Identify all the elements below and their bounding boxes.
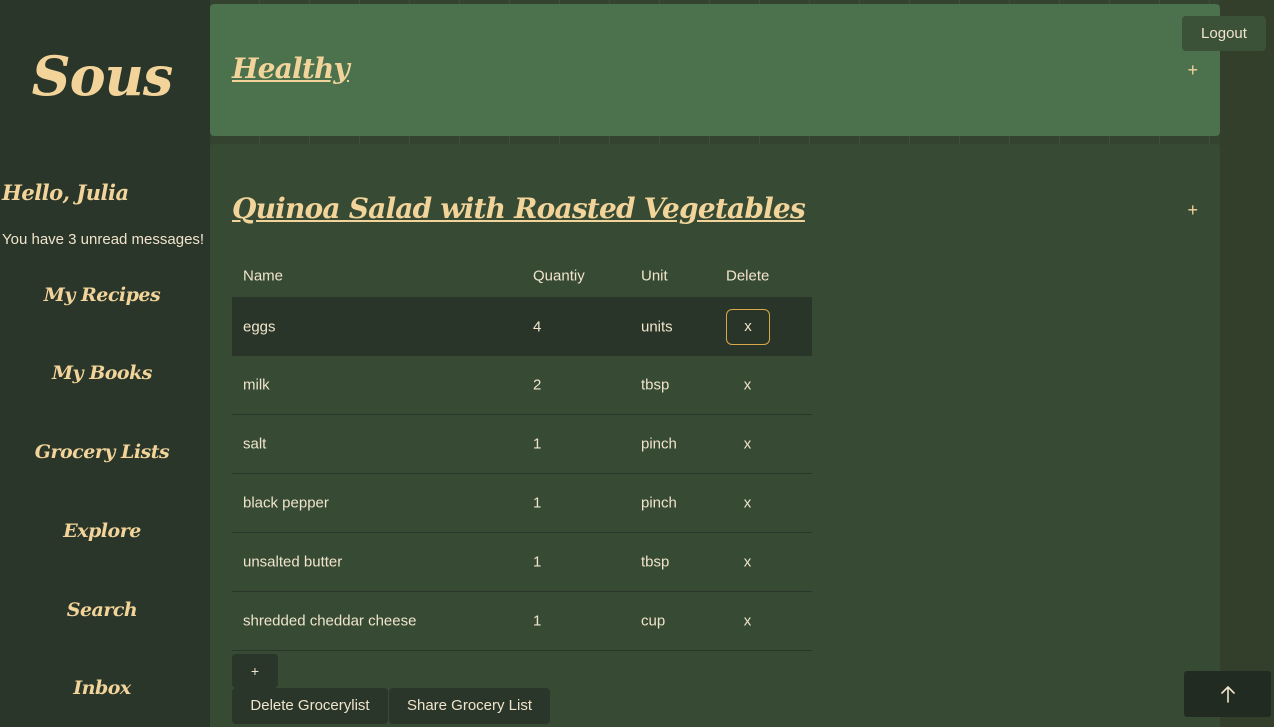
item-unit: tbsp (641, 376, 670, 394)
arrow-up-icon (1220, 686, 1235, 703)
logout-button[interactable]: Logout (1182, 16, 1266, 51)
grocery-table: Name Quantiy Unit Delete eggs 4 units x … (232, 258, 812, 651)
item-quantity: 1 (533, 553, 542, 571)
item-unit: pinch (641, 494, 677, 512)
grocery-list-healthy: Healthy + (210, 4, 1220, 136)
table-header: Name Quantiy Unit Delete (232, 258, 812, 298)
table-row: shredded cheddar cheese 1 cup x (232, 592, 812, 651)
expand-list-button[interactable]: + (1187, 60, 1198, 81)
sidebar: Sous Hello, Julia You have 3 unread mess… (0, 0, 210, 727)
list-title[interactable]: Healthy (232, 52, 350, 85)
table-row: unsalted butter 1 tbsp x (232, 533, 812, 592)
list-title[interactable]: Quinoa Salad with Roasted Vegetables (232, 192, 806, 225)
add-item-button[interactable]: + (232, 654, 278, 688)
unread-messages-notice: You have 3 unread messages! (2, 231, 205, 248)
table-row: eggs 4 units x (232, 298, 812, 356)
item-quantity: 1 (533, 435, 542, 453)
column-header-unit: Unit (641, 267, 668, 285)
nav-explore[interactable]: Explore (0, 520, 204, 542)
item-unit: units (641, 318, 673, 335)
delete-item-button[interactable]: x (726, 554, 769, 571)
item-unit: pinch (641, 435, 677, 453)
nav-search[interactable]: Search (0, 599, 204, 621)
item-name: unsalted butter (243, 553, 343, 571)
grocery-list-quinoa-salad: Quinoa Salad with Roasted Vegetables + N… (210, 144, 1220, 727)
item-unit: tbsp (641, 553, 670, 571)
column-header-name: Name (243, 267, 284, 285)
expand-list-button[interactable]: + (1187, 200, 1198, 221)
item-quantity: 1 (533, 612, 542, 630)
nav-grocery-lists[interactable]: Grocery Lists (0, 441, 204, 463)
item-name: salt (243, 435, 267, 453)
table-row: salt 1 pinch x (232, 415, 812, 474)
delete-item-button[interactable]: x (726, 308, 770, 345)
item-name: shredded cheddar cheese (243, 612, 417, 630)
nav-my-books[interactable]: My Books (0, 362, 204, 384)
nav-my-recipes[interactable]: My Recipes (0, 284, 204, 306)
item-quantity: 1 (533, 494, 542, 512)
delete-item-button[interactable]: x (726, 613, 769, 630)
scroll-to-top-button[interactable] (1184, 671, 1271, 717)
delete-grocerylist-button[interactable]: Delete Grocerylist (232, 688, 388, 724)
share-grocery-list-button[interactable]: Share Grocery List (389, 688, 550, 724)
column-header-delete: Delete (726, 267, 770, 285)
table-row: black pepper 1 pinch x (232, 474, 812, 533)
item-name: milk (243, 376, 270, 394)
item-name: eggs (243, 318, 276, 335)
item-quantity: 4 (533, 318, 542, 335)
item-unit: cup (641, 612, 666, 630)
delete-item-button[interactable]: x (726, 377, 769, 394)
right-strip (1220, 0, 1274, 727)
delete-item-button[interactable]: x (726, 495, 769, 512)
item-quantity: 2 (533, 376, 542, 394)
nav-inbox[interactable]: Inbox (0, 677, 204, 699)
table-row: milk 2 tbsp x (232, 356, 812, 415)
delete-item-button[interactable]: x (726, 436, 769, 453)
item-name: black pepper (243, 494, 329, 512)
app-logo[interactable]: Sous (0, 44, 204, 108)
column-header-quantity: Quantiy (533, 267, 585, 285)
user-greeting: Hello, Julia (2, 180, 129, 205)
